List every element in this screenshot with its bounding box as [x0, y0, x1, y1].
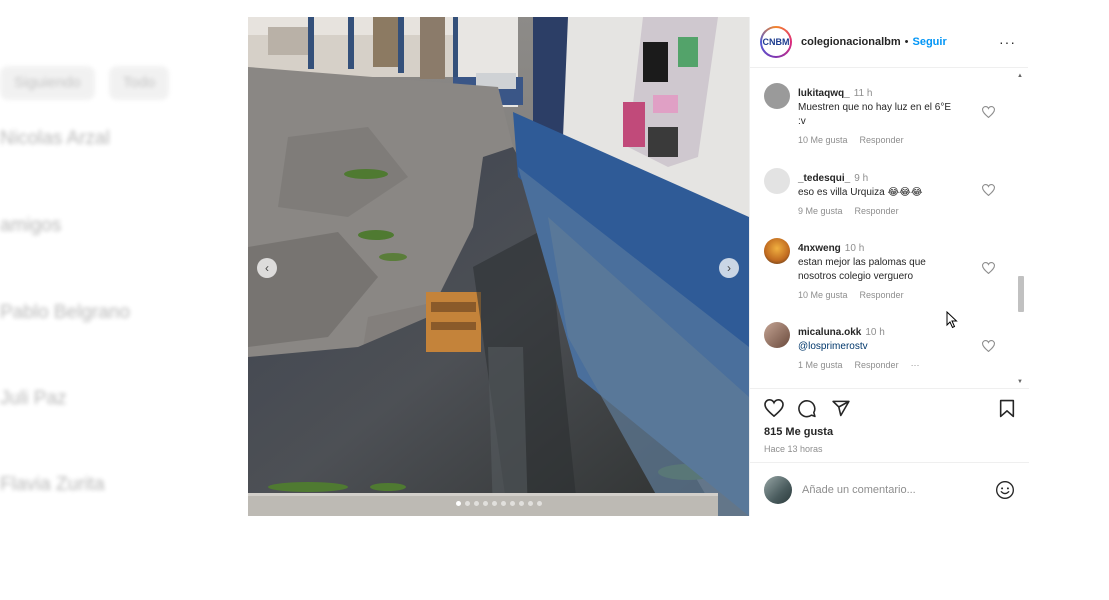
background-tab: Todo [108, 66, 170, 100]
comment-likes[interactable]: 9 Me gusta [798, 206, 843, 216]
comment-time: 11 h [853, 88, 873, 99]
comment-username[interactable]: micaluna.okk [798, 327, 861, 338]
comment-item: micaluna.okk 10 h @losprimerostv 1 Me gus… [764, 322, 1014, 370]
comment-time: 10 h [844, 243, 865, 254]
comment-username[interactable]: _tedesqui_ [798, 173, 850, 184]
background-feed: Siguiendo Todo Nicolas Arzal amigos Pabl… [0, 0, 248, 600]
carousel-next-button[interactable]: › [719, 258, 739, 278]
background-tabs: Siguiendo Todo [0, 66, 170, 100]
comment-time: 9 h [854, 173, 869, 184]
mouse-cursor-icon [946, 311, 958, 329]
comments-scrollbar[interactable]: ▲ ▼ [1016, 69, 1026, 387]
post-header: CNBM colegionacionalbm • Seguir ··· [750, 17, 1028, 68]
carousel-dots [248, 501, 749, 506]
scroll-up-arrow-icon[interactable]: ▲ [1017, 73, 1023, 79]
carousel-prev-button[interactable]: ‹ [257, 258, 277, 278]
background-right [1028, 0, 1109, 600]
heart-icon[interactable] [982, 184, 995, 196]
carousel-dot [464, 501, 470, 506]
heart-icon[interactable] [982, 340, 995, 352]
comment-time: 10 h [865, 327, 885, 338]
carousel-dot [518, 501, 524, 506]
emoji-icon[interactable] [995, 480, 1015, 500]
comment-icon[interactable] [797, 399, 817, 418]
carousel-dot [536, 501, 542, 506]
post-actions: 815 Me gusta Hace 13 horas [750, 388, 1029, 461]
likes-count[interactable]: 815 Me gusta [764, 426, 833, 438]
comment-username[interactable]: lukitaqwq_ [798, 88, 850, 99]
comment-text: :v [798, 116, 806, 127]
comment-list[interactable]: lukitaqwq_ 11 h Muestren que no hay luz e… [750, 69, 1029, 387]
add-comment-bar [750, 462, 1029, 516]
more-options-button[interactable]: ··· [999, 34, 1016, 50]
reply-button[interactable]: Responder [855, 360, 899, 370]
comment-mention-link[interactable]: @losprimerostv [798, 340, 978, 354]
comment-text: eso es villa Urquiza 😂😂😂 [798, 187, 923, 198]
comment-item: 4nxweng 10 h estan mejor las palomas que … [764, 238, 1014, 300]
carousel-dot [509, 501, 515, 506]
background-name: Juli Paz [0, 388, 67, 409]
avatar[interactable]: CNBM [760, 26, 792, 58]
comment-avatar[interactable] [764, 238, 790, 264]
comment-likes[interactable]: 1 Me gusta [798, 360, 843, 370]
reply-button[interactable]: Responder [860, 135, 904, 145]
carousel-dot [473, 501, 479, 506]
post-media: ‹ › [248, 17, 749, 516]
post-timestamp: Hace 13 horas [764, 444, 823, 454]
carousel-dot [482, 501, 488, 506]
carousel-dot [500, 501, 506, 506]
background-name: Flavia Zurita [0, 474, 105, 495]
comment-avatar[interactable] [764, 83, 790, 109]
comment-likes[interactable]: 10 Me gusta [798, 135, 848, 145]
background-name: Pablo Belgrano [0, 302, 130, 323]
carousel-dot [527, 501, 533, 506]
reply-button[interactable]: Responder [855, 206, 899, 216]
heart-icon[interactable] [982, 262, 995, 274]
scroll-thumb[interactable] [1018, 276, 1024, 312]
comment-item: _tedesqui_ 9 h eso es villa Urquiza 😂😂😂 9… [764, 168, 1014, 216]
heart-icon[interactable] [982, 106, 995, 118]
scroll-down-arrow-icon[interactable]: ▼ [1017, 379, 1023, 385]
comment-item: lukitaqwq_ 11 h Muestren que no hay luz e… [764, 83, 1014, 145]
background-tab: Siguiendo [0, 66, 95, 100]
post-photo [248, 17, 749, 516]
background-name: amigos [0, 215, 62, 236]
post-username[interactable]: colegionacionalbm [801, 36, 901, 48]
comment-likes[interactable]: 10 Me gusta [798, 290, 848, 300]
post-modal: ‹ › CNBM colegionacionalbm • Seguir ··· … [248, 17, 1029, 516]
follow-button[interactable]: Seguir [913, 36, 947, 48]
comment-more-button[interactable]: ··· [911, 360, 920, 370]
comment-username[interactable]: 4nxweng [798, 243, 841, 254]
comment-avatar[interactable] [764, 322, 790, 348]
comment-text: Muestren que no hay luz en el 6°E [798, 102, 951, 113]
comment-input[interactable] [802, 483, 972, 496]
carousel-dot [455, 501, 461, 506]
like-heart-icon[interactable] [764, 399, 784, 417]
carousel-dot [491, 501, 497, 506]
comment-text: estan mejor las palomas que [798, 257, 926, 268]
header-separator: • [904, 36, 909, 48]
share-icon[interactable] [831, 399, 851, 418]
avatar-logo: CNBM [762, 28, 790, 56]
comment-text: nosotros colegio verguero [798, 271, 914, 282]
background-name: Nicolas Arzal [0, 128, 110, 149]
current-user-avatar [764, 475, 792, 504]
reply-button[interactable]: Responder [860, 290, 904, 300]
post-panel: CNBM colegionacionalbm • Seguir ··· luki… [749, 17, 1029, 516]
comment-avatar[interactable] [764, 168, 790, 194]
bookmark-icon[interactable] [999, 399, 1015, 418]
